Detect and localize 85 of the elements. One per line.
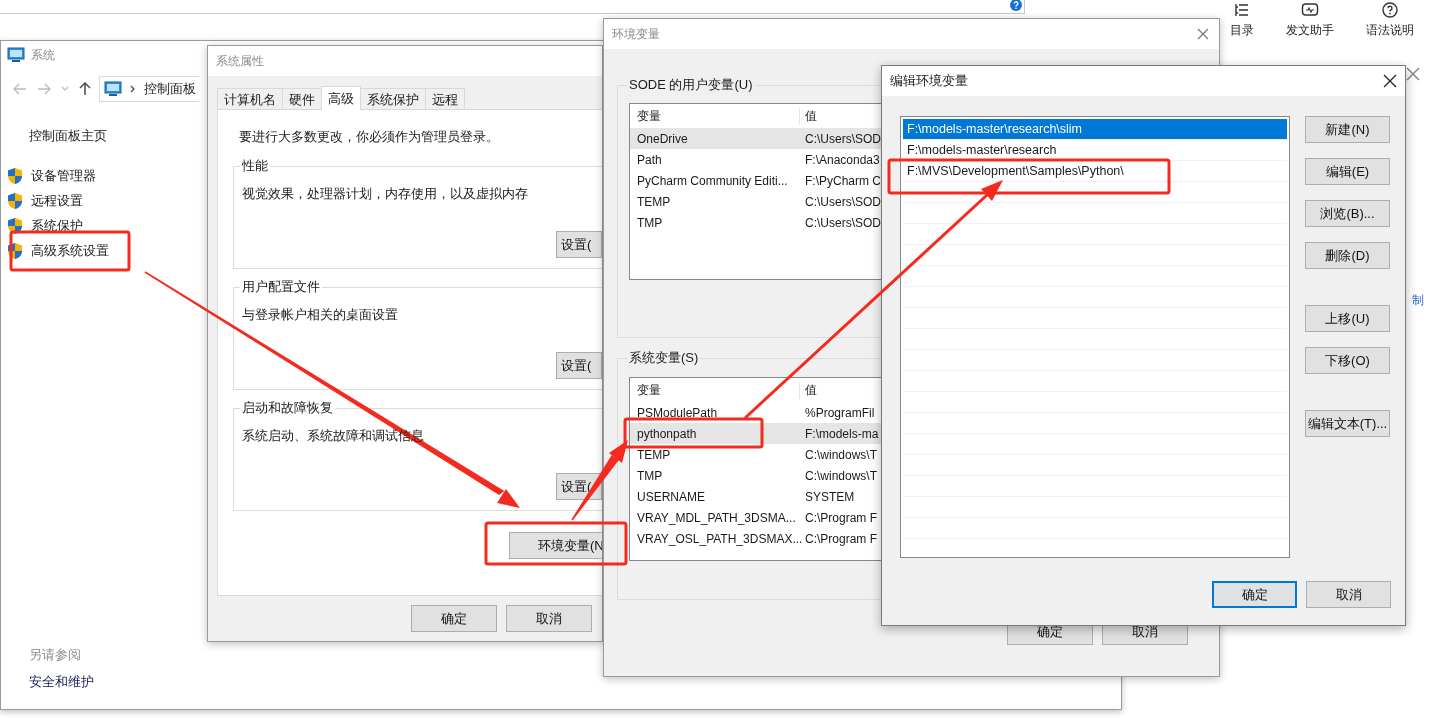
variable-value: SYSTEM <box>804 489 855 504</box>
list-action-button[interactable]: 编辑(E) <box>1305 158 1390 185</box>
column-header[interactable]: 值 <box>800 107 817 125</box>
variable-value: C:\Program F <box>804 531 877 546</box>
variable-name: TMP <box>636 468 664 483</box>
up-arrow-icon[interactable] <box>79 82 91 96</box>
variable-value: F:\PyCharm C <box>804 173 881 188</box>
sidebar-link[interactable]: 远程设置 <box>31 191 83 210</box>
variable-name: OneDrive <box>636 131 689 146</box>
sidebar-link[interactable]: 安全和维护 <box>29 673 94 691</box>
sidebar-link[interactable]: 控制面板主页 <box>29 127 107 145</box>
variable-name: PyCharm Community Editi... <box>636 173 789 188</box>
toolbar-label[interactable]: 目录 <box>1230 22 1254 39</box>
variable-name: Path <box>636 152 663 167</box>
variable-name: pythonpath <box>636 426 698 441</box>
variable-value: C:\windows\T <box>804 468 878 483</box>
toolbar-label[interactable]: 发文助手 <box>1286 22 1334 39</box>
dialog-button[interactable]: 确定 <box>411 605 497 632</box>
tab[interactable]: 硬件 <box>282 88 322 109</box>
monitor-icon <box>7 47 25 63</box>
group-label: SODE 的用户变量(U) <box>628 76 754 94</box>
info-text: 要进行大多数更改，你必须作为管理员登录。 <box>239 128 500 146</box>
column-header[interactable]: 值 <box>800 381 817 399</box>
window-title: 系统 <box>31 46 55 64</box>
variable-name: TEMP <box>636 194 672 209</box>
variable-value: C:\Users\SOD <box>804 215 881 230</box>
chevron-icon <box>130 85 136 93</box>
sidebar-link[interactable]: 设备管理器 <box>31 166 96 185</box>
close-icon[interactable] <box>1383 74 1397 88</box>
shield-icon <box>7 166 23 185</box>
list-action-button[interactable]: 下移(O) <box>1305 347 1390 374</box>
tab[interactable]: 高级 <box>321 86 361 110</box>
environment-variables-button[interactable]: 环境变量(N <box>509 532 602 559</box>
tab[interactable]: 远程 <box>425 88 465 109</box>
dialog-button[interactable]: 取消 <box>506 605 592 632</box>
chat-icon[interactable] <box>1301 2 1319 18</box>
column-header[interactable]: 变量 <box>630 381 800 399</box>
variable-value: C:\Program F <box>804 510 877 525</box>
group-label: 用户配置文件 <box>241 278 321 296</box>
group-description: 与登录帐户相关的桌面设置 <box>242 306 399 324</box>
variable-name: USERNAME <box>636 489 706 504</box>
path-entry[interactable]: F:\MVS\Development\Samples\Python\ <box>903 161 1287 182</box>
column-header[interactable]: 变量 <box>630 107 800 125</box>
variable-name: TEMP <box>636 447 672 462</box>
window-title: 环境变量 <box>612 25 660 43</box>
help-icon[interactable] <box>1382 2 1398 18</box>
tab[interactable]: 计算机名 <box>217 88 283 109</box>
dialog-button[interactable]: 确定 <box>1212 581 1297 608</box>
settings-button[interactable]: 设置( <box>556 352 602 379</box>
variable-name: TMP <box>636 215 664 230</box>
list-action-button[interactable]: 删除(D) <box>1305 242 1390 269</box>
breadcrumb-item[interactable]: 控制面板 <box>144 80 196 98</box>
shield-icon <box>7 191 23 210</box>
dialog-button[interactable]: 取消 <box>1306 581 1391 608</box>
monitor-icon <box>104 81 122 97</box>
list-action-button[interactable]: 上移(U) <box>1305 305 1390 332</box>
settings-button[interactable]: 设置( <box>556 231 602 258</box>
window-title: 编辑环境变量 <box>890 72 968 90</box>
section-heading: 另请参阅 <box>29 646 81 664</box>
shield-icon <box>7 241 23 260</box>
list-action-button[interactable]: 新建(N) <box>1305 116 1390 143</box>
tab[interactable]: 系统保护 <box>360 88 426 109</box>
variable-name: VRAY_OSL_PATH_3DSMAX... <box>636 531 800 546</box>
group-label: 启动和故障恢复 <box>241 399 334 417</box>
path-entry[interactable]: F:\models-master\research\slim <box>903 119 1287 140</box>
link-text[interactable]: 制 <box>1412 292 1424 309</box>
address-bar[interactable]: 控制面板 <box>99 76 199 102</box>
sidebar-link[interactable]: 高级系统设置 <box>31 241 109 260</box>
variable-value: C:\Users\SOD <box>804 194 881 209</box>
list-action-button[interactable]: 浏览(B)... <box>1305 200 1390 227</box>
variable-value: F:\Anaconda3 <box>804 152 880 167</box>
variable-value: %ProgramFil <box>804 405 875 420</box>
toolbar-label[interactable]: 语法说明 <box>1366 22 1414 39</box>
variable-value: C:\windows\T <box>804 447 878 462</box>
path-entry[interactable]: F:\models-master\research <box>903 140 1287 161</box>
group-description: 视觉效果，处理器计划，内存使用，以及虚拟内存 <box>242 185 529 203</box>
variable-name: PSModulePath <box>636 405 719 420</box>
variable-name: VRAY_MDL_PATH_3DSMA... <box>636 510 797 525</box>
window-title: 系统属性 <box>216 52 264 70</box>
group-label: 性能 <box>241 157 269 175</box>
variable-value: F:\models-ma <box>804 426 879 441</box>
list-action-button[interactable]: 编辑文本(T)... <box>1305 410 1390 437</box>
list-icon[interactable] <box>1234 2 1250 18</box>
variable-value: C:\Users\SOD <box>804 131 881 146</box>
group-label: 系统变量(S) <box>628 349 700 367</box>
